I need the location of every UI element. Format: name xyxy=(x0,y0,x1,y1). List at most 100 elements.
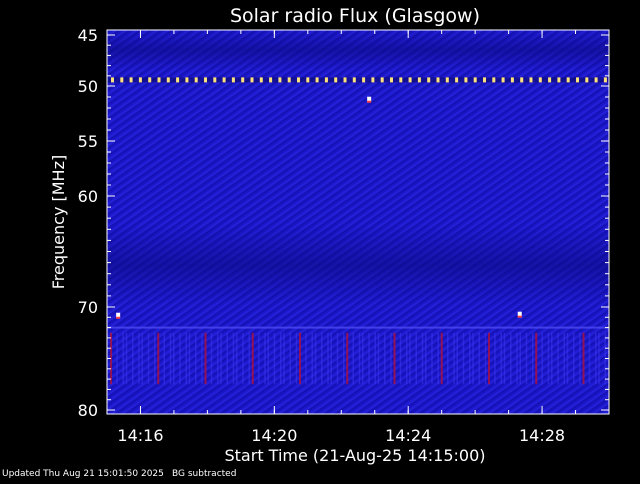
interference-band-dash xyxy=(427,77,431,83)
interference-band-dash xyxy=(566,77,570,83)
interference-streak xyxy=(393,332,396,385)
interference-band-dash xyxy=(455,77,459,83)
interference-band-dash xyxy=(501,77,505,83)
interference-streak xyxy=(516,332,518,385)
interference-streak xyxy=(352,332,354,385)
interference-band-dash xyxy=(464,77,468,83)
interference-streak xyxy=(488,332,490,385)
interference-band-dash xyxy=(473,77,477,83)
interference-band-dash xyxy=(185,77,189,83)
interference-streak xyxy=(358,332,361,385)
interference-band-dash xyxy=(576,77,579,83)
interference-streak xyxy=(456,332,458,385)
y-tick-label: 45 xyxy=(78,26,98,45)
interference-band-dash xyxy=(334,77,338,83)
interference-streak xyxy=(195,332,197,385)
interference-band-dash xyxy=(352,77,356,83)
interference-streak xyxy=(557,332,559,385)
interference-streak xyxy=(122,332,124,385)
interference-streak xyxy=(374,332,376,385)
x-tick-label: 14:16 xyxy=(117,426,163,445)
interference-streak xyxy=(163,332,165,385)
interference-streak xyxy=(204,332,207,385)
interference-streak xyxy=(314,332,317,385)
interference-streak xyxy=(141,332,143,385)
interference-streak xyxy=(217,332,219,385)
interference-streak xyxy=(440,332,443,385)
interference-streak xyxy=(157,332,160,385)
interference-band-dash xyxy=(176,77,180,83)
interference-streak xyxy=(447,332,449,385)
interference-streak xyxy=(598,332,600,385)
interference-streak xyxy=(406,332,408,385)
interference-band-dash xyxy=(538,77,542,83)
interference-streak xyxy=(330,332,332,385)
interference-streak xyxy=(547,332,550,385)
spike-mark-edge xyxy=(116,316,121,319)
interference-band-dash xyxy=(166,77,170,83)
interference-streak xyxy=(343,332,345,385)
interference-band-dash xyxy=(194,77,198,83)
interference-streak xyxy=(415,332,417,385)
interference-streak xyxy=(462,332,465,385)
interference-streak xyxy=(173,332,175,385)
interference-band-dash xyxy=(138,77,142,83)
interference-streak xyxy=(503,332,506,385)
interference-band-dash xyxy=(520,77,524,83)
spike-mark-edge xyxy=(367,100,372,103)
interference-streak xyxy=(362,332,364,385)
interference-streak xyxy=(226,332,228,385)
interference-streak xyxy=(273,332,276,385)
interference-band-dash xyxy=(111,77,114,83)
interference-streak xyxy=(551,332,553,385)
y-axis-label: Frequency [MHz] xyxy=(49,155,68,289)
interference-band-dash xyxy=(259,77,263,83)
interference-streak xyxy=(566,332,569,385)
interference-streak xyxy=(188,332,191,385)
interference-streak xyxy=(409,332,411,385)
interference-streak xyxy=(510,332,512,385)
interference-band-dash xyxy=(129,77,133,83)
interference-band-dash xyxy=(324,77,328,83)
interference-band-dash xyxy=(510,77,514,83)
interference-band-dash xyxy=(297,77,300,83)
interference-band-dash xyxy=(483,77,486,83)
interference-streak xyxy=(453,332,455,385)
interference-band-dash xyxy=(120,77,124,83)
interference-band-dash xyxy=(390,77,393,83)
x-tick-label: 14:24 xyxy=(385,426,431,445)
interference-streak xyxy=(280,332,282,385)
interference-streak xyxy=(132,332,134,385)
interference-streak xyxy=(125,332,128,385)
x-tick-label: 14:20 xyxy=(251,426,297,445)
interference-streak xyxy=(154,332,156,385)
interference-streak xyxy=(169,332,172,385)
interference-streak xyxy=(478,332,480,385)
interference-band-dash xyxy=(148,77,152,83)
interference-band-dash xyxy=(278,77,282,83)
interference-streak xyxy=(116,332,118,385)
interference-streak xyxy=(500,332,502,385)
interference-streak xyxy=(582,332,585,385)
interference-streak xyxy=(147,332,150,385)
x-tick-label: 14:28 xyxy=(519,426,565,445)
spike-mark-edge xyxy=(517,315,522,318)
interference-streak xyxy=(232,332,235,385)
interference-band-dash xyxy=(408,77,412,83)
updated-timestamp: Updated Thu Aug 21 15:01:50 2025 xyxy=(2,469,164,479)
interference-streak xyxy=(201,332,203,385)
interference-streak xyxy=(563,332,565,385)
interference-streak xyxy=(532,332,534,385)
spectrogram-svg: Solar radio Flux (Glasgow) 455055607080 … xyxy=(49,5,610,465)
interference-streak xyxy=(311,332,313,385)
interference-band-dash xyxy=(529,77,533,83)
y-tick-label: 70 xyxy=(78,298,98,317)
interference-streak xyxy=(469,332,471,385)
interference-band-dash xyxy=(287,77,291,83)
plot-area xyxy=(107,30,609,414)
interference-band-dash xyxy=(585,77,589,83)
interference-streak xyxy=(541,332,543,385)
y-tick-label: 60 xyxy=(78,187,98,206)
interference-streak xyxy=(535,332,538,385)
interference-streak xyxy=(425,332,427,385)
